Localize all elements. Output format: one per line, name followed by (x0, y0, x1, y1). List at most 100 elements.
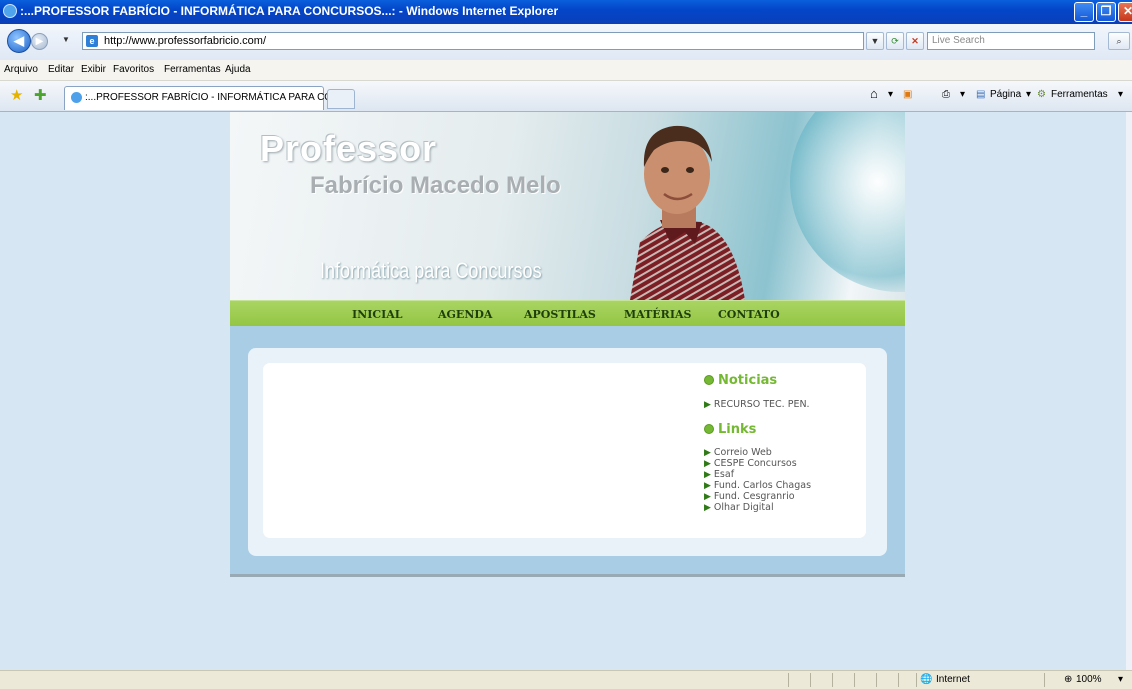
noticia-label: RECURSO TEC. PEN. (713, 399, 810, 410)
link-label: Olhar Digital (713, 502, 774, 513)
tools-menu[interactable]: Ferramentas (1051, 89, 1108, 100)
link-item-olhar-digital[interactable]: ▶ Olhar Digital (704, 502, 774, 513)
links-bullet-icon (704, 424, 714, 434)
link-item-cespe[interactable]: ▶ CESPE Concursos (704, 458, 797, 469)
link-item-cesgranrio[interactable]: ▶ Fund. Cesgranrio (704, 491, 795, 502)
refresh-button[interactable]: ⟳ (886, 32, 904, 50)
page-viewport: Professor Fabrício Macedo Melo Informáti… (0, 112, 1126, 670)
link-label: Esaf (713, 469, 735, 480)
new-tab-button[interactable] (327, 89, 355, 109)
link-item-fcc[interactable]: ▶ Fund. Carlos Chagas (704, 480, 811, 491)
arrow-icon: ▶ (704, 459, 711, 469)
home-icon[interactable]: ⌂ (870, 86, 878, 101)
gear-icon: ⚙ (1037, 89, 1046, 100)
search-input[interactable]: Live Search (927, 32, 1095, 50)
tab-bar: ★ ✚ :...PROFESSOR FABRÍCIO - INFORMÁTICA… (0, 81, 1132, 112)
minimize-button[interactable]: _ (1074, 2, 1094, 22)
search-icon[interactable]: ⌕ (1108, 32, 1130, 50)
tab-label: :...PROFESSOR FABRÍCIO - INFORMÁTICA PAR… (85, 92, 341, 103)
zoom-dropdown-icon[interactable]: ▾ (1118, 674, 1123, 685)
arrow-icon: ▶ (704, 481, 711, 491)
nav-materias[interactable]: MATÉRIAS (624, 308, 691, 321)
window-title-bar: :...PROFESSOR FABRÍCIO - INFORMÁTICA PAR… (0, 0, 1132, 24)
status-bar: 🌐 Internet ⊕ 100% ▾ (0, 670, 1132, 689)
arrow-icon: ▶ (704, 492, 711, 502)
nav-agenda[interactable]: AGENDA (438, 308, 492, 321)
history-dropdown-icon[interactable]: ▼ (62, 35, 70, 44)
print-dropdown-icon[interactable]: ▾ (960, 89, 965, 100)
page-menu[interactable]: Página (990, 89, 1021, 100)
status-divider (898, 673, 899, 687)
address-toolbar: ◀ ▶ ▼ e http://www.professorfabricio.com… (0, 24, 1132, 60)
link-label: CESPE Concursos (713, 458, 797, 469)
arrow-icon: ▶ (704, 400, 711, 410)
address-input[interactable]: e http://www.professorfabricio.com/ (82, 32, 864, 50)
back-button[interactable]: ◀ (7, 29, 31, 53)
arrow-icon: ▶ (704, 448, 711, 458)
menu-bar: Arquivo Editar Exibir Favoritos Ferramen… (0, 60, 1132, 81)
site-container: Professor Fabrício Macedo Melo Informáti… (230, 112, 905, 577)
status-divider (810, 673, 811, 687)
link-label: Fund. Carlos Chagas (713, 480, 812, 491)
menu-exibir[interactable]: Exibir (81, 64, 106, 75)
zoom-level[interactable]: 100% (1076, 674, 1102, 685)
noticias-bullet-icon (704, 375, 714, 385)
links-title: Links (718, 422, 757, 437)
menu-arquivo[interactable]: Arquivo (4, 64, 38, 75)
nav-inicial[interactable]: INICIAL (352, 308, 403, 321)
tools-menu-dropdown-icon[interactable]: ▾ (1118, 89, 1123, 100)
banner-subtitle: Informática para Concursos (320, 258, 542, 283)
stop-button[interactable]: ✕ (906, 32, 924, 50)
security-zone: Internet (936, 674, 970, 685)
link-item-esaf[interactable]: ▶ Esaf (704, 469, 734, 480)
site-banner: Professor Fabrício Macedo Melo Informáti… (230, 112, 905, 300)
home-dropdown-icon[interactable]: ▾ (888, 89, 893, 100)
forward-button[interactable]: ▶ (31, 33, 48, 50)
arrow-icon: ▶ (704, 503, 711, 513)
banner-swirl (790, 112, 905, 292)
menu-ferramentas[interactable]: Ferramentas (164, 64, 221, 75)
noticias-title: Noticias (718, 373, 778, 388)
page-menu-dropdown-icon[interactable]: ▾ (1026, 89, 1031, 100)
link-item-correio-web[interactable]: ▶ Correio Web (704, 447, 772, 458)
noticias-heading: Noticias (704, 373, 777, 388)
content-inner: Noticias ▶ RECURSO TEC. PEN. Links ▶ Corre… (263, 363, 866, 538)
status-divider (876, 673, 877, 687)
noticia-item[interactable]: ▶ RECURSO TEC. PEN. (704, 399, 810, 410)
tab-ie-icon (71, 92, 82, 103)
status-divider (916, 673, 917, 687)
maximize-button[interactable]: ❐ (1096, 2, 1116, 22)
status-divider (788, 673, 789, 687)
link-label: Fund. Cesgranrio (713, 491, 795, 502)
arrow-icon: ▶ (704, 470, 711, 480)
site-nav: INICIAL AGENDA APOSTILAS MATÉRIAS CONTAT… (230, 300, 905, 327)
menu-ajuda[interactable]: Ajuda (225, 64, 251, 75)
banner-name: Fabrício Macedo Melo (310, 172, 561, 199)
status-divider (854, 673, 855, 687)
print-icon[interactable]: ⎙ (942, 89, 950, 100)
favorites-star-icon[interactable]: ★ (10, 86, 23, 104)
status-divider (832, 673, 833, 687)
nav-contato[interactable]: CONTATO (718, 308, 780, 321)
page-icon: e (86, 35, 98, 47)
menu-editar[interactable]: Editar (48, 64, 74, 75)
banner-professor: Professor (260, 128, 438, 169)
address-url: http://www.professorfabricio.com/ (104, 35, 267, 47)
address-dropdown-button[interactable]: ▼ (866, 32, 884, 50)
vertical-scrollbar[interactable] (1126, 112, 1132, 670)
nav-apostilas[interactable]: APOSTILAS (524, 308, 596, 321)
link-label: Correio Web (713, 447, 772, 458)
close-button[interactable]: ✕ (1118, 2, 1132, 22)
links-heading: Links (704, 422, 756, 437)
tab-active[interactable]: :...PROFESSOR FABRÍCIO - INFORMÁTICA PAR… (64, 86, 340, 110)
zoom-icon: ⊕ (1064, 674, 1073, 685)
feeds-icon[interactable]: ▣ (903, 89, 912, 100)
window-title: :...PROFESSOR FABRÍCIO - INFORMÁTICA PAR… (20, 4, 559, 18)
ie-logo-icon (3, 4, 17, 18)
add-favorites-icon[interactable]: ✚ (34, 86, 47, 104)
menu-favoritos[interactable]: Favoritos (113, 64, 154, 75)
page-menu-icon: ▤ (976, 89, 986, 100)
content-area: Noticias ▶ RECURSO TEC. PEN. Links ▶ Corre… (230, 326, 905, 577)
globe-icon: 🌐 (920, 674, 933, 685)
status-divider (1044, 673, 1045, 687)
